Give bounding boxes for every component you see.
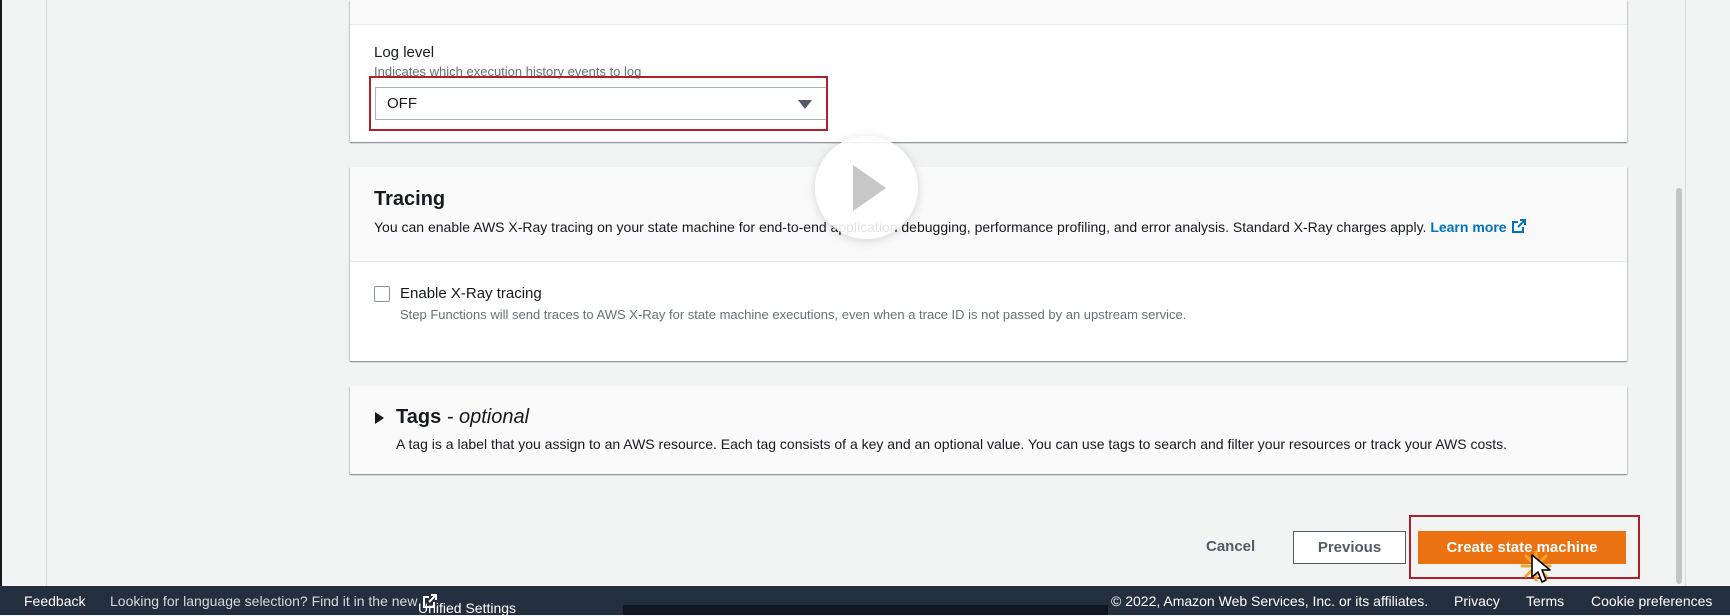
feedback-link[interactable]: Feedback	[24, 593, 85, 609]
cookie-preferences-link[interactable]: Cookie preferences	[1591, 593, 1712, 609]
xray-tracing-checkbox[interactable]	[374, 286, 390, 302]
highlight-box-log-level	[369, 76, 828, 131]
tags-title-text: Tags	[396, 406, 442, 428]
privacy-link[interactable]: Privacy	[1454, 593, 1500, 609]
cancel-button[interactable]: Cancel	[1196, 531, 1265, 563]
terms-link[interactable]: Terms	[1526, 593, 1564, 609]
xray-tracing-label[interactable]: Enable X-Ray tracing	[400, 285, 542, 302]
learn-more-label: Learn more	[1430, 219, 1507, 235]
console-footer: Feedback Looking for language selection?…	[0, 586, 1730, 616]
tags-description: A tag is a label that you assign to an A…	[396, 436, 1508, 452]
tags-title[interactable]: Tags - optional	[396, 406, 529, 429]
tags-title-separator: -	[441, 406, 459, 428]
learn-more-link[interactable]: Learn more	[1430, 219, 1526, 235]
unified-settings-link[interactable]: Unified Settings	[418, 593, 516, 616]
unified-settings-label: Unified Settings	[418, 600, 517, 616]
panel-divider	[350, 0, 1627, 25]
language-prompt: Looking for language selection? Find it …	[110, 593, 418, 609]
copyright-text: © 2022, Amazon Web Services, Inc. or its…	[1111, 593, 1429, 609]
tracing-description: You can enable AWS X-Ray tracing on your…	[374, 218, 1527, 235]
play-icon	[853, 165, 886, 211]
tags-panel[interactable]: Tags - optional A tag is a label that yo…	[350, 386, 1627, 474]
log-level-label: Log level	[374, 44, 435, 61]
footer-overlay-bar	[623, 605, 1108, 615]
previous-button[interactable]: Previous	[1293, 531, 1406, 564]
tracing-title: Tracing	[374, 188, 446, 210]
tags-optional-label: optional	[458, 406, 530, 428]
tracing-panel: Tracing You can enable AWS X-Ray tracing…	[350, 167, 1627, 361]
scrollbar-thumb[interactable]	[1676, 188, 1682, 584]
tracing-header: Tracing You can enable AWS X-Ray tracing…	[350, 167, 1627, 262]
mouse-pointer-icon	[1531, 554, 1551, 583]
side-navigation-collapsed[interactable]	[2, 0, 47, 586]
caret-right-icon[interactable]	[375, 412, 384, 424]
video-play-button[interactable]	[815, 136, 918, 239]
right-gutter	[1685, 0, 1730, 586]
xray-tracing-description: Step Functions will send traces to AWS X…	[400, 307, 1187, 322]
external-link-icon	[1511, 219, 1526, 233]
